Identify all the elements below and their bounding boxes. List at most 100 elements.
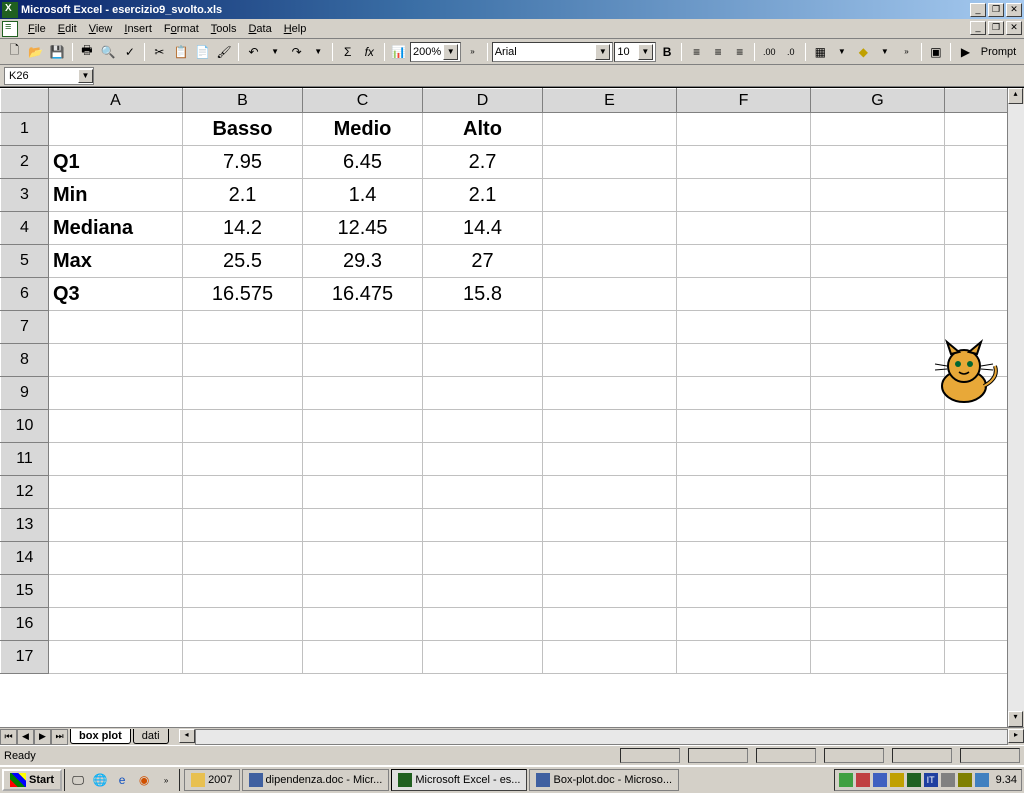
cell[interactable] [183, 476, 303, 509]
cell[interactable] [543, 179, 677, 212]
cell[interactable]: 27 [423, 245, 543, 278]
cell[interactable] [811, 476, 945, 509]
cell[interactable] [49, 608, 183, 641]
menu-edit[interactable]: Edit [52, 21, 83, 37]
inc-decimal-icon[interactable]: .00 [759, 41, 780, 63]
dec-decimal-icon[interactable]: .0 [781, 41, 802, 63]
cell[interactable] [811, 641, 945, 674]
cell[interactable] [423, 410, 543, 443]
cell[interactable] [303, 476, 423, 509]
cell[interactable]: Mediana [49, 212, 183, 245]
cell[interactable] [677, 443, 811, 476]
cell[interactable] [811, 443, 945, 476]
cell[interactable] [423, 311, 543, 344]
cell[interactable]: 2.1 [183, 179, 303, 212]
row-header[interactable]: 15 [1, 575, 49, 608]
cell[interactable] [811, 542, 945, 575]
tab-last-icon[interactable]: ⏭ [51, 729, 68, 745]
more-std-icon[interactable]: » [462, 41, 483, 63]
scroll-up-icon[interactable]: ▴ [1008, 88, 1023, 104]
task-folder[interactable]: 2007 [184, 769, 239, 791]
row-header[interactable]: 10 [1, 410, 49, 443]
cell[interactable] [183, 509, 303, 542]
row-header[interactable]: 12 [1, 476, 49, 509]
cell[interactable]: 25.5 [183, 245, 303, 278]
tray-lang-icon[interactable]: IT [924, 773, 938, 787]
menu-file[interactable]: File [22, 21, 52, 37]
row-header[interactable]: 8 [1, 344, 49, 377]
zoom-combo[interactable]: 200%▼ [410, 42, 461, 62]
cell[interactable] [543, 410, 677, 443]
cell[interactable] [49, 410, 183, 443]
cell[interactable] [49, 476, 183, 509]
cell[interactable] [423, 476, 543, 509]
col-header[interactable]: F [677, 89, 811, 113]
col-header[interactable]: D [423, 89, 543, 113]
scroll-right-icon[interactable]: ▸ [1008, 729, 1024, 743]
vertical-scrollbar[interactable]: ▴ ▾ [1007, 88, 1024, 727]
cell[interactable]: 29.3 [303, 245, 423, 278]
minimize-button[interactable]: _ [970, 3, 986, 17]
cell[interactable] [49, 377, 183, 410]
cell[interactable] [677, 113, 811, 146]
cell[interactable] [303, 641, 423, 674]
cell[interactable] [677, 410, 811, 443]
cell[interactable] [49, 542, 183, 575]
row-header[interactable]: 1 [1, 113, 49, 146]
paste-icon[interactable]: 📄 [192, 41, 213, 63]
sheet-left-icon[interactable]: ▣ [926, 41, 947, 63]
cell[interactable] [677, 179, 811, 212]
name-box[interactable]: K26 ▼ [4, 67, 94, 85]
cell[interactable] [811, 344, 945, 377]
cell[interactable]: 6.45 [303, 146, 423, 179]
menu-view[interactable]: View [83, 21, 119, 37]
cell[interactable] [543, 278, 677, 311]
cell[interactable] [543, 245, 677, 278]
borders-icon[interactable]: ▦ [810, 41, 831, 63]
cell[interactable] [183, 410, 303, 443]
cell[interactable] [811, 311, 945, 344]
cell[interactable] [49, 344, 183, 377]
cell[interactable] [303, 377, 423, 410]
cell[interactable] [811, 245, 945, 278]
horizontal-scrollbar[interactable]: ◂ ▸ [179, 729, 1024, 745]
cell[interactable] [677, 608, 811, 641]
align-right-icon[interactable]: ≡ [729, 41, 750, 63]
cell[interactable] [183, 311, 303, 344]
cell[interactable] [543, 542, 677, 575]
bold-icon[interactable]: B [657, 41, 678, 63]
cell[interactable] [423, 608, 543, 641]
scroll-down-icon[interactable]: ▾ [1008, 711, 1023, 727]
task-word1[interactable]: dipendenza.doc - Micr... [242, 769, 390, 791]
cell[interactable] [423, 377, 543, 410]
cell[interactable] [183, 377, 303, 410]
sheet-tab-active[interactable]: box plot [70, 729, 131, 744]
col-header[interactable]: C [303, 89, 423, 113]
tray-icon[interactable] [890, 773, 904, 787]
chart-icon[interactable]: 📊 [389, 41, 410, 63]
col-header[interactable]: E [543, 89, 677, 113]
cell[interactable] [183, 608, 303, 641]
cell[interactable] [303, 443, 423, 476]
menu-format[interactable]: Format [158, 21, 205, 37]
format-painter-icon[interactable]: 🖌 [214, 41, 235, 63]
spreadsheet-grid[interactable]: A B C D E F G 1BassoMedioAlto2Q17.956.45… [0, 87, 1024, 727]
cell[interactable] [677, 575, 811, 608]
row-header[interactable]: 9 [1, 377, 49, 410]
row-header[interactable]: 16 [1, 608, 49, 641]
cell[interactable] [677, 476, 811, 509]
cell[interactable]: 2.7 [423, 146, 543, 179]
cell[interactable] [543, 509, 677, 542]
cell[interactable] [543, 476, 677, 509]
cell[interactable] [423, 542, 543, 575]
cell[interactable] [543, 113, 677, 146]
row-header[interactable]: 2 [1, 146, 49, 179]
cell[interactable] [677, 641, 811, 674]
tab-prev-icon[interactable]: ◀ [17, 729, 34, 745]
borders-dd-icon[interactable]: ▼ [832, 41, 853, 63]
ql-browser-icon[interactable]: 🌐 [89, 769, 111, 791]
menu-tools[interactable]: Tools [205, 21, 243, 37]
more-fmt-icon[interactable]: » [896, 41, 917, 63]
cell[interactable] [543, 443, 677, 476]
system-tray[interactable]: IT 9.34 [834, 769, 1022, 791]
